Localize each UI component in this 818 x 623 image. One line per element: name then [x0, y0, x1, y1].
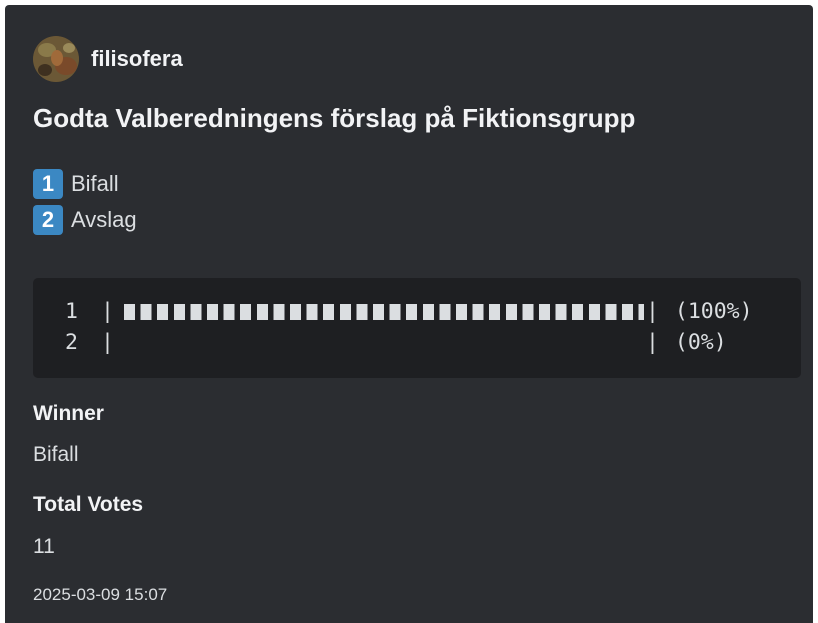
keycap-two-icon: 2 [33, 205, 63, 235]
result-number: 1 [65, 299, 78, 324]
author-name[interactable]: filisofera [91, 46, 183, 72]
winner-value: Bifall [33, 443, 79, 466]
timestamp: 2025-03-09 15:07 [33, 585, 168, 604]
poll-option-label: Bifall [71, 171, 119, 196]
bar-separator: | [645, 330, 659, 355]
poll-option: 1 Bifall [33, 166, 137, 202]
result-percent: (0%) [674, 330, 727, 355]
bar-separator: | [645, 299, 659, 324]
total-votes-value: 11 [33, 535, 55, 558]
avatar[interactable] [33, 36, 79, 82]
result-row: 1 | | (100%) [65, 296, 801, 327]
result-bar-fill [123, 303, 644, 320]
poll-option: 2 Avslag [33, 202, 137, 238]
poll-options: 1 Bifall 2 Avslag [33, 166, 137, 238]
result-percent: (100%) [674, 299, 753, 324]
bar-separator: | [101, 330, 114, 355]
result-bar [124, 335, 644, 351]
result-bar [123, 303, 644, 320]
winner-label: Winner [33, 402, 104, 425]
total-votes-label: Total Votes [33, 493, 144, 516]
results-code-block: 1 | | (100%) 2 | | (0%) [33, 278, 801, 378]
keycap-one-icon: 1 [33, 169, 63, 199]
result-number: 2 [65, 330, 78, 355]
author-row: filisofera [33, 35, 183, 83]
bar-separator: | [101, 299, 114, 324]
poll-title: Godta Valberedningens förslag på Fiktion… [33, 103, 636, 133]
poll-embed: filisofera Godta Valberedningens förslag… [5, 5, 813, 623]
poll-option-label: Avslag [71, 207, 137, 232]
